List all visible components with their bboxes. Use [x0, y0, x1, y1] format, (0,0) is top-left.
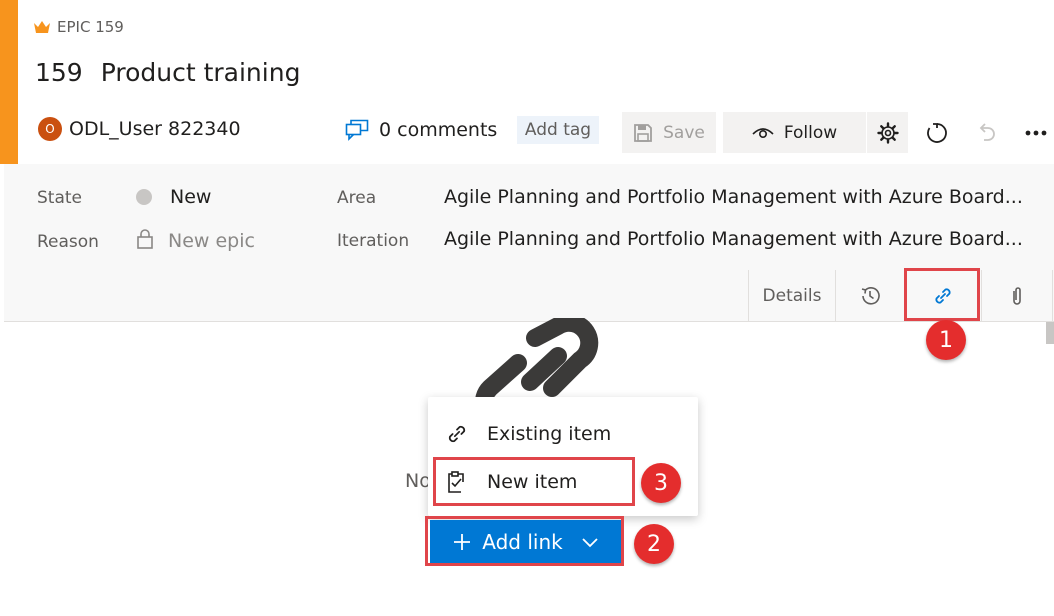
annotation-badge-1: 1: [926, 320, 966, 360]
assigned-to[interactable]: O ODL_User 822340: [38, 117, 241, 141]
state-dot-icon: [136, 189, 152, 205]
save-icon: [634, 123, 653, 142]
undo-button[interactable]: [971, 118, 1001, 148]
lock-icon: [137, 229, 153, 249]
iteration-value[interactable]: Agile Planning and Portfolio Management …: [444, 228, 1023, 250]
tab-attachments[interactable]: [982, 270, 1053, 321]
highlight-box-new-item: [433, 457, 635, 506]
work-item-fields: State New Reason New epic Area Agile Pla…: [4, 164, 1054, 322]
gear-icon: [876, 121, 899, 144]
state-label: State: [37, 188, 82, 208]
follow-label: Follow: [783, 122, 838, 143]
eye-icon: [752, 127, 774, 138]
settings-button[interactable]: [867, 112, 908, 153]
paperclip-icon: [1013, 286, 1021, 305]
highlight-box-links-tab: [904, 268, 980, 321]
annotation-badge-3: 3: [641, 463, 681, 503]
empty-links-text: No: [405, 470, 431, 492]
area-value[interactable]: Agile Planning and Portfolio Management …: [444, 186, 1023, 208]
avatar: O: [38, 117, 62, 141]
state-value: New: [170, 186, 212, 208]
save-label: Save: [663, 122, 705, 143]
undo-icon: [979, 123, 995, 141]
work-item-title[interactable]: Product training: [101, 58, 301, 87]
reason-label: Reason: [37, 232, 99, 252]
tab-details[interactable]: Details: [749, 270, 836, 321]
save-button[interactable]: Save: [622, 112, 716, 153]
more-actions-button[interactable]: [1021, 118, 1051, 148]
epic-color-bar: [0, 0, 18, 164]
history-icon: [861, 286, 880, 305]
area-label: Area: [337, 188, 377, 208]
link-icon: [445, 422, 469, 446]
work-item-header: EPIC 159 159 Product training O ODL_User…: [18, 0, 1054, 164]
annotation-badge-2: 2: [634, 524, 674, 564]
iteration-label: Iteration: [337, 231, 410, 251]
page-title[interactable]: 159 Product training: [35, 58, 300, 87]
crown-icon: [34, 21, 50, 33]
scrollbar[interactable]: [1046, 322, 1054, 344]
add-tag-button[interactable]: Add tag: [517, 116, 599, 144]
assigned-user-name: ODL_User 822340: [69, 118, 241, 140]
work-item-tabs: Details: [748, 270, 1054, 321]
comments-link[interactable]: 0 comments: [345, 119, 497, 141]
work-item-type-label: EPIC 159: [57, 18, 124, 36]
comments-icon: [345, 119, 369, 141]
follow-button[interactable]: Follow: [723, 112, 866, 153]
refresh-button[interactable]: [922, 118, 952, 148]
comments-count: 0 comments: [379, 119, 498, 141]
menu-item-label: Existing item: [487, 423, 612, 445]
more-icon: [1025, 130, 1047, 136]
reason-field[interactable]: New epic: [136, 229, 255, 252]
refresh-icon: [927, 123, 947, 143]
state-field[interactable]: New: [136, 186, 211, 208]
work-item-id: 159: [35, 58, 83, 87]
highlight-box-add-link: [425, 516, 624, 566]
work-item-type: EPIC 159: [33, 18, 124, 36]
tab-history[interactable]: [836, 270, 905, 321]
menu-item-existing-item[interactable]: Existing item: [428, 411, 698, 457]
reason-value: New epic: [168, 230, 255, 252]
